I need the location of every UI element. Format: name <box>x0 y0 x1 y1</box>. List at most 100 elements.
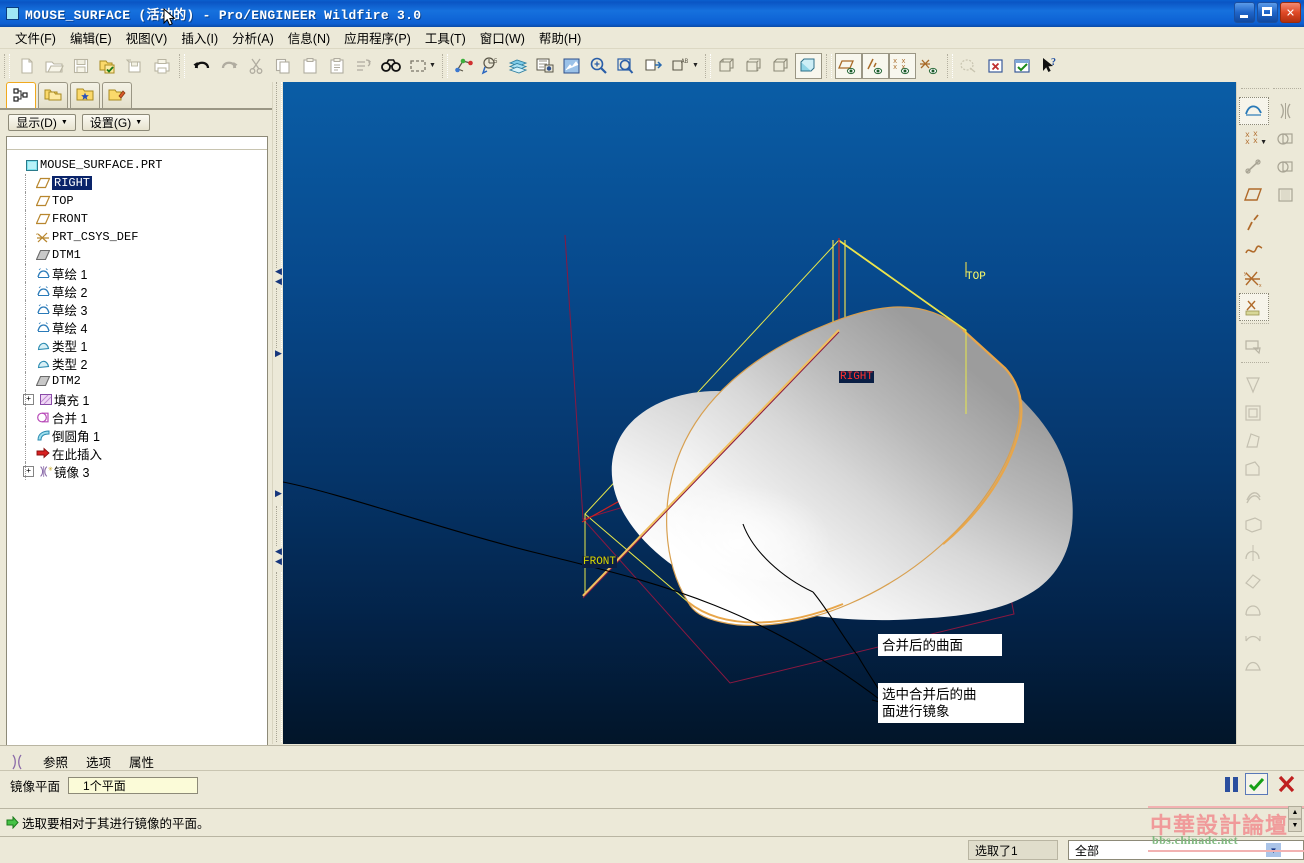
scroll-down-icon[interactable]: ▼ <box>1288 819 1302 832</box>
toolbar-grip-4[interactable] <box>704 53 711 78</box>
splitter-collapse-icon-2[interactable]: ◀ <box>275 278 282 287</box>
toolbar-grip-3[interactable] <box>441 53 448 78</box>
minimize-button[interactable] <box>1234 2 1255 23</box>
model-tree-item[interactable]: DTM2 <box>11 372 267 390</box>
analysis-icon[interactable]: 5 <box>478 53 505 79</box>
splitter-grip-low[interactable] <box>276 506 282 546</box>
mirror-tool-icon[interactable] <box>1271 97 1301 125</box>
model-tree-item[interactable]: 倒圆角 1 <box>11 426 267 444</box>
select-box-icon[interactable] <box>404 53 431 79</box>
model-tree-item[interactable]: FRONT <box>11 210 267 228</box>
splitter-grip-bottom[interactable] <box>276 572 282 742</box>
redo-icon[interactable] <box>215 53 242 79</box>
extrude-tool-icon[interactable] <box>1239 511 1269 539</box>
surface-tool-icon[interactable] <box>1239 623 1269 651</box>
shell-tool-icon[interactable] <box>1239 399 1269 427</box>
toolbar-grip-5[interactable] <box>825 53 832 78</box>
trim-tool-icon[interactable] <box>1271 153 1301 181</box>
zoom-out-icon[interactable] <box>613 53 640 79</box>
graphics-viewport[interactable]: TOP RIGHT FRONT 合并后的曲面 选中合并后的曲 面进行镜象 <box>283 82 1236 744</box>
menu-edit[interactable]: 编辑(E) <box>63 26 119 49</box>
analysis-feature-icon[interactable] <box>1239 293 1269 321</box>
splitter-collapse-icon-3[interactable]: ◀ <box>275 548 282 557</box>
chevron-down-icon[interactable]: ▼ <box>1260 139 1267 146</box>
scroll-up-icon[interactable]: ▲ <box>1288 806 1302 819</box>
model-tree-item[interactable]: z PRT_CSYS_DEF <box>11 228 267 246</box>
menu-window[interactable]: 窗口(W) <box>473 26 532 49</box>
repaint-icon[interactable] <box>559 53 586 79</box>
mirror-plane-field[interactable]: 1个平面 <box>68 777 199 794</box>
accept-button[interactable] <box>1245 773 1268 795</box>
rename-icon[interactable] <box>121 53 148 79</box>
model-tree-item[interactable]: 草绘 1 <box>11 264 267 282</box>
tab-folder-browser[interactable] <box>38 82 68 108</box>
menu-info[interactable]: 信息(N) <box>281 26 337 49</box>
menu-file[interactable]: 文件(F) <box>8 26 63 49</box>
toolbar-grip[interactable] <box>4 53 10 78</box>
splitter-collapse-icon-4[interactable]: ◀ <box>275 558 282 567</box>
boundary-blend-tool-icon[interactable] <box>1239 651 1269 679</box>
cancel-button[interactable] <box>1275 773 1298 795</box>
menu-applications[interactable]: 应用程序(P) <box>337 26 418 49</box>
hole-tool-icon[interactable] <box>1239 371 1269 399</box>
menu-analysis[interactable]: 分析(A) <box>225 26 281 49</box>
hidden-line-icon[interactable] <box>741 53 768 79</box>
copy-icon[interactable] <box>269 53 296 79</box>
model-tree-item[interactable]: 类型 1 <box>11 336 267 354</box>
datum-axis-toggle-icon[interactable] <box>861 52 889 79</box>
no-hidden-icon[interactable] <box>768 53 795 79</box>
splitter-expand-icon[interactable]: ▶ <box>275 350 282 359</box>
datum-plane-toggle-icon[interactable] <box>834 52 862 79</box>
menu-insert[interactable]: 插入(I) <box>174 26 225 49</box>
model-tree-item[interactable]: 草绘 4 <box>11 318 267 336</box>
model-tree-item[interactable]: RIGHT <box>11 174 267 192</box>
new-file-icon[interactable] <box>13 53 40 79</box>
revolve-tool-icon[interactable] <box>1239 539 1269 567</box>
model-tree-item[interactable]: DTM1 <box>11 246 267 264</box>
blend-tool-icon[interactable] <box>1239 595 1269 623</box>
datum-plane-tool-icon[interactable] <box>1239 181 1269 209</box>
splitter-collapse-icon[interactable]: ◀ <box>275 268 282 277</box>
model-tree-item[interactable]: 合并 1 <box>11 408 267 426</box>
model-tree-item[interactable]: 在此插入 <box>11 444 267 462</box>
model-tree-item[interactable]: + 填充 1 <box>11 390 267 408</box>
sweep-tool-icon[interactable] <box>1239 567 1269 595</box>
pattern-tool-icon[interactable] <box>1239 483 1269 511</box>
toolbar-grip-6[interactable] <box>946 53 953 78</box>
layers-icon[interactable] <box>505 53 532 79</box>
annot-toggle-icon[interactable] <box>956 53 983 79</box>
refit-icon[interactable] <box>640 53 667 79</box>
cut-icon[interactable] <box>242 53 269 79</box>
paste-icon[interactable] <box>296 53 323 79</box>
datum-axis-tool-icon[interactable] <box>1239 153 1269 181</box>
datum-point-icon[interactable] <box>451 53 478 79</box>
maximize-button[interactable] <box>1257 2 1278 23</box>
model-tree-item[interactable]: TOP <box>11 192 267 210</box>
model-tree-item[interactable]: 草绘 3 <box>11 300 267 318</box>
scroll-buttons[interactable]: ▲ ▼ <box>1288 806 1302 848</box>
copy-geom-icon[interactable] <box>1239 332 1269 360</box>
regenerate-icon[interactable] <box>350 53 377 79</box>
splitter-expand-icon-2[interactable]: ▶ <box>275 490 282 499</box>
shaded-icon[interactable] <box>794 52 822 79</box>
fill-tool-icon[interactable] <box>1271 181 1301 209</box>
help-pointer-icon[interactable]: ? <box>1037 53 1064 79</box>
splitter-grip-mid[interactable] <box>276 288 282 348</box>
menu-view[interactable]: 视图(V) <box>119 26 175 49</box>
model-tree-item[interactable]: + ✳ 镜像 3 <box>11 462 267 480</box>
model-tree-item[interactable]: MOUSE_SURFACE.PRT <box>11 156 267 174</box>
model-tree-item[interactable]: 类型 2 <box>11 354 267 372</box>
zoom-in-icon[interactable] <box>586 53 613 79</box>
menu-tools[interactable]: 工具(T) <box>418 26 473 49</box>
csys-toggle-icon[interactable] <box>916 53 943 79</box>
draft-tool-icon[interactable] <box>1239 427 1269 455</box>
print-icon[interactable] <box>148 53 175 79</box>
save-active-icon[interactable] <box>94 53 121 79</box>
toolbar-grip-2[interactable] <box>179 53 185 78</box>
undo-icon[interactable] <box>188 53 215 79</box>
save-icon[interactable] <box>67 53 94 79</box>
appearance-icon[interactable] <box>532 53 559 79</box>
settings-dropdown[interactable]: 设置(G) ▼ <box>82 113 150 131</box>
datum-line-tool-icon[interactable] <box>1239 209 1269 237</box>
pause-icon[interactable] <box>1225 776 1238 792</box>
